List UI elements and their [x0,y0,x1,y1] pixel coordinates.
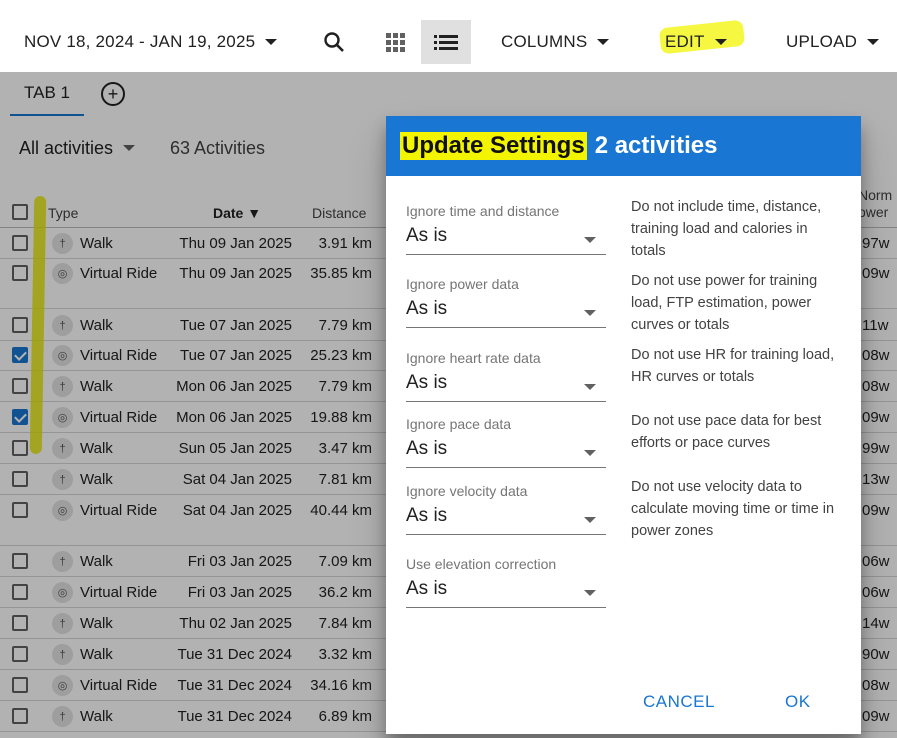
ignore-heart-rate-field[interactable]: Ignore heart rate data As is [406,350,606,402]
chevron-down-icon [867,39,880,45]
elevation-correction-field[interactable]: Use elevation correction As is [406,556,606,608]
field-label: Ignore pace data [406,416,512,432]
field-label: Ignore time and distance [406,203,560,219]
field-label: Ignore heart rate data [406,350,541,366]
ignore-pace-field[interactable]: Ignore pace data As is [406,416,606,468]
ignore-power-select[interactable]: As is [406,298,606,328]
update-settings-dialog: Update Settings 2 activities Ignore time… [386,116,861,734]
dialog-title-count: 2 activities [594,132,718,159]
ignore-time-distance-field[interactable]: Ignore time and distance As is [406,203,606,255]
chevron-down-icon [584,310,596,316]
chevron-down-icon [584,450,596,456]
chevron-down-icon [714,39,727,45]
columns-label: COLUMNS [501,32,588,51]
chevron-down-icon [584,384,596,390]
grid-icon [385,32,405,52]
field-description: Do not use pace data for best efforts or… [631,413,822,451]
field-description: Do not use power for training load, FTP … [631,273,818,333]
upload-label: UPLOAD [786,32,858,51]
list-view-button[interactable] [421,20,471,64]
field-description: Do not use velocity data to calculate mo… [631,479,835,539]
dialog-title-highlight: Update Settings [400,132,587,160]
ignore-velocity-field[interactable]: Ignore velocity data As is [406,483,606,535]
chevron-down-icon [584,517,596,523]
select-value: As is [406,225,448,246]
grid-view-button[interactable] [370,20,420,64]
date-range-label: NOV 18, 2024 - JAN 19, 2025 [24,32,256,51]
ignore-heart-rate-select[interactable]: As is [406,372,606,402]
cancel-button[interactable]: CANCEL [643,692,715,712]
select-value: As is [406,578,448,599]
edit-label: EDIT [665,32,705,51]
list-icon [434,34,458,50]
select-value: As is [406,505,448,526]
field-label: Use elevation correction [406,556,557,572]
field-label: Ignore velocity data [406,483,528,499]
ignore-pace-select[interactable]: As is [406,438,606,468]
field-label: Ignore power data [406,276,519,292]
dialog-title: Update Settings 2 activities [386,116,861,176]
ignore-power-field[interactable]: Ignore power data As is [406,276,606,328]
top-toolbar: NOV 18, 2024 - JAN 19, 2025 COLUMNS EDIT… [0,0,897,72]
elevation-correction-select[interactable]: As is [406,578,606,608]
select-value: As is [406,372,448,393]
field-description: Do not include time, distance, training … [631,199,822,259]
field-description: Do not use HR for training load, HR curv… [631,347,835,385]
search-icon [324,32,344,52]
ignore-velocity-select[interactable]: As is [406,505,606,535]
select-value: As is [406,298,448,319]
chevron-down-icon [265,39,278,45]
chevron-down-icon [584,590,596,596]
ok-button[interactable]: OK [785,692,811,712]
chevron-down-icon [584,237,596,243]
select-value: As is [406,438,448,459]
ignore-time-distance-select[interactable]: As is [406,225,606,255]
chevron-down-icon [597,39,610,45]
